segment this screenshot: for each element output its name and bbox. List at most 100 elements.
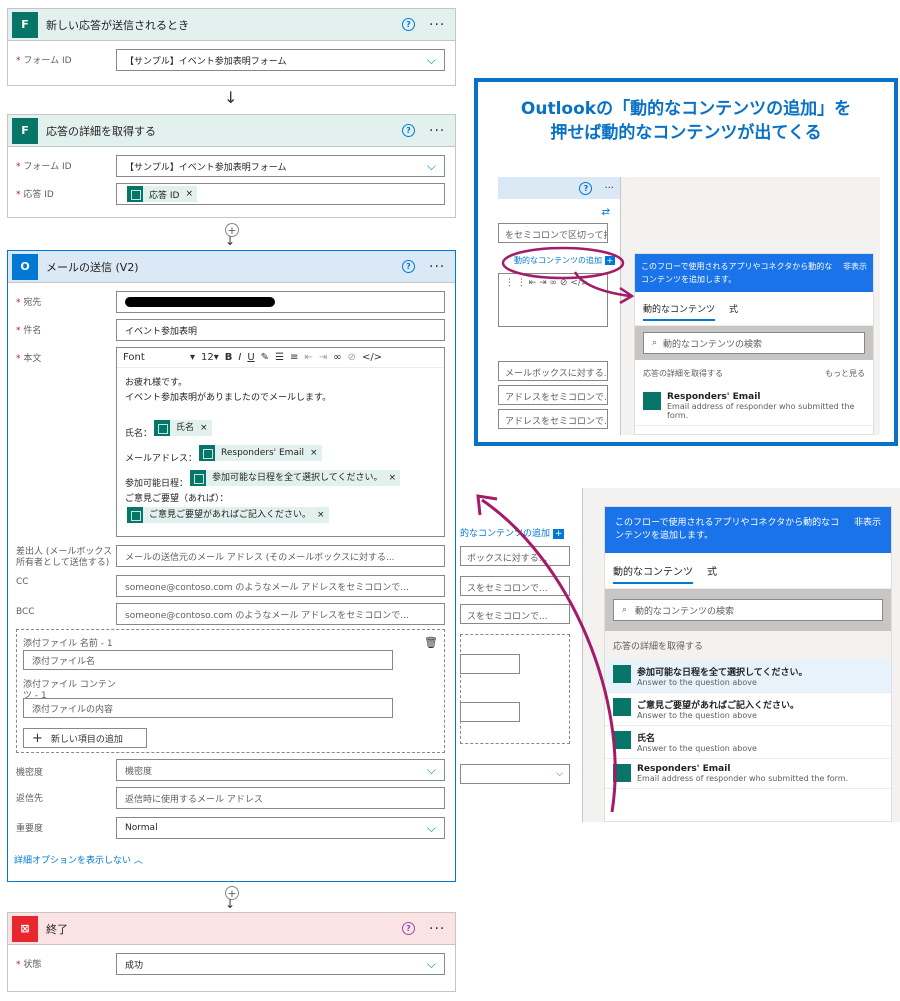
body-line: イベント参加表明がありましたのでメールします。 [125, 393, 332, 403]
help-icon[interactable]: ? [579, 181, 593, 195]
dynamic-search-input[interactable]: ⌕ 動的なコンテンツの検索 [643, 332, 865, 354]
dynamic-section-title: 応答の詳細を取得する もっと見る [643, 368, 865, 379]
response-id-label: * 応答 ID [16, 190, 54, 200]
response-id-field[interactable]: 応答 ID × [116, 183, 445, 205]
see-more-link[interactable]: もっと見る [825, 368, 865, 379]
more-options-icon[interactable]: ··· [429, 123, 447, 139]
tab-dynamic-content[interactable]: 動的なコンテンツ [613, 563, 693, 584]
chevron-down-icon: ⌵ [426, 158, 436, 173]
reply-to-field[interactable]: 返信時に使用するメール アドレス [116, 787, 445, 809]
add-dynamic-content-link[interactable]: 的なコンテンツの追加 + [460, 526, 565, 539]
remove-token-icon[interactable]: × [310, 446, 318, 461]
status-dropdown[interactable]: 成功 ⌵ [116, 953, 445, 975]
dynamic-item[interactable]: Responders' Email Email address of respon… [605, 759, 891, 789]
more-options-icon[interactable]: ··· [429, 17, 447, 33]
remove-token-icon[interactable]: × [200, 421, 208, 436]
remove-token-icon[interactable]: × [317, 508, 325, 523]
subject-field[interactable]: イベント参加表明 [116, 319, 445, 341]
ghost-attachments [460, 634, 570, 744]
body-content[interactable]: お疲れ様です。 イベント参加表明がありましたのでメールします。 氏名： 氏名 × メ… [117, 368, 444, 537]
attach-content-field[interactable]: 添付ファイルの内容 [23, 698, 393, 718]
font-select[interactable]: Font ▾ [123, 352, 195, 363]
bullet-list-icon[interactable]: ☰ [275, 352, 284, 363]
dynamic-tabs: 動的なコンテンツ式 [635, 292, 873, 326]
tab-expression[interactable]: 式 [729, 302, 738, 321]
more-options-icon[interactable]: ··· [429, 921, 447, 937]
mail-token[interactable]: Responders' Email × [199, 445, 322, 461]
editor-toolbar: Font ▾ 12▾ B I U ✎ ☰ ≡ ⇤ ⇥ ∞ ⊘ </> [117, 348, 444, 368]
add-item-button[interactable]: + 新しい項目の追加 [23, 728, 147, 748]
code-view-icon[interactable]: </> [362, 352, 382, 363]
chevron-down-icon: ⌵ [426, 956, 436, 971]
from-field[interactable]: メールの送信元のメール アドレス (そのメールボックスに対する... [116, 545, 445, 567]
importance-label: 重要度 [16, 824, 44, 834]
italic-icon[interactable]: I [238, 352, 241, 363]
tab-dynamic-content[interactable]: 動的なコンテンツ [643, 302, 716, 321]
help-icon[interactable]: ? [402, 260, 415, 273]
send-mail-header[interactable]: O メールの送信 (V2) ? ··· [8, 251, 455, 283]
ghost-field: ⋮ ⋮ ⇤ ⇥ ∞ ⊘ </> [498, 273, 608, 327]
underline-icon[interactable]: U [247, 352, 254, 363]
help-icon[interactable]: ? [402, 922, 415, 935]
dynamic-item[interactable]: 氏名 Answer to the question above [605, 726, 891, 759]
hide-button[interactable]: 非表示 [833, 260, 867, 286]
trigger-header[interactable]: F 新しい応答が送信されるとき ? ··· [8, 9, 455, 41]
dynamic-panel-header: このフローで使用されるアプリやコネクタから動的なコンテンツを追加します。 非表示 [635, 254, 873, 292]
outdent-icon[interactable]: ⇤ [304, 352, 312, 363]
help-icon[interactable]: ? [402, 18, 415, 31]
attachments-group: 添付ファイル 名前 - 1 🗑 添付ファイル名 添付ファイル コンテンツ - 1… [16, 629, 445, 753]
dynamic-item[interactable]: Responders' Email Email address of respon… [635, 387, 873, 426]
tab-expression[interactable]: 式 [707, 563, 717, 584]
callout-box: Outlookの「動的なコンテンツの追加」を 押せば動的なコンテンツが出てくる … [474, 78, 898, 446]
forms-token-icon [127, 507, 143, 523]
importance-dropdown[interactable]: Normal ⌵ [116, 817, 445, 839]
remove-token-icon[interactable]: × [185, 189, 193, 199]
numbered-list-icon[interactable]: ≡ [290, 352, 298, 363]
forms-token-icon [127, 186, 143, 202]
body-label: * 本文 [16, 354, 42, 364]
indent-icon[interactable]: ⇥ [319, 352, 327, 363]
cc-label: CC [16, 577, 29, 587]
hide-advanced-link[interactable]: 詳細オプションを表示しない ︿ [14, 853, 143, 866]
dynamic-item[interactable]: 参加可能な日程を全て選択してください。 Answer to the questio… [605, 660, 891, 693]
forms-token-icon [190, 470, 207, 486]
token-label: 参加可能な日程を全て選択してください。 [212, 472, 383, 483]
ghost-field: ボックスに対する... [460, 546, 570, 566]
font-size-select[interactable]: 12▾ [201, 352, 219, 363]
help-icon[interactable]: ? [402, 124, 415, 137]
form-id-dropdown[interactable]: 【サンプル】イベント参加表明フォーム ⌵ [116, 155, 445, 177]
name-token[interactable]: 氏名 × [154, 420, 212, 436]
swap-icon[interactable]: ⇄ [602, 207, 610, 218]
cc-field[interactable]: someone@contoso.com のようなメール アドレスをセミコロンで.… [116, 575, 445, 597]
get-details-title: 応答の詳細を取得する [46, 124, 156, 138]
terminate-header[interactable]: ⊠ 終了 ? ··· [8, 913, 455, 945]
bcc-label: BCC [16, 607, 35, 617]
hide-button[interactable]: 非表示 [844, 517, 881, 543]
highlight-icon[interactable]: ✎ [261, 352, 269, 363]
chevron-down-icon: ⌵ [426, 52, 436, 67]
delete-item-icon[interactable]: 🗑 [424, 636, 438, 649]
to-field[interactable] [116, 291, 445, 313]
ghost-field: アドレスをセミコロンで... [498, 409, 608, 429]
attach-name-field[interactable]: 添付ファイル名 [23, 650, 393, 670]
dynamic-search-input[interactable]: ⌕ 動的なコンテンツの検索 [613, 599, 883, 621]
add-dynamic-content-link[interactable]: 動的なコンテンツの追加 + [514, 255, 616, 266]
sensitivity-dropdown[interactable]: 機密度 ⌵ [116, 759, 445, 781]
bold-icon[interactable]: B [225, 352, 233, 363]
remove-token-icon[interactable]: × [388, 471, 396, 486]
bcc-field[interactable]: someone@contoso.com のようなメール アドレスをセミコロンで.… [116, 603, 445, 625]
response-id-token[interactable]: 応答 ID × [127, 186, 197, 202]
request-token[interactable]: ご意見ご要望があればご記入ください。 × [127, 507, 329, 523]
get-details-header[interactable]: F 応答の詳細を取得する ? ··· [8, 115, 455, 147]
ghost-field [460, 702, 520, 722]
form-id-dropdown[interactable]: 【サンプル】イベント参加表明フォーム ⌵ [116, 49, 445, 71]
dynamic-content-panel: このフローで使用されるアプリやコネクタから動的なコンテンツを追加します。 非表示 … [604, 506, 892, 822]
more-options-icon[interactable]: ··· [429, 259, 447, 275]
dynamic-item[interactable]: ご意見ご要望があればご記入ください。 Answer to the question… [605, 693, 891, 726]
date-token[interactable]: 参加可能な日程を全て選択してください。 × [190, 470, 401, 486]
get-details-card: F 応答の詳細を取得する ? ··· * フォーム ID 【サンプル】イベント参… [7, 114, 456, 218]
more-options-icon[interactable]: ··· [604, 183, 614, 194]
body-editor[interactable]: Font ▾ 12▾ B I U ✎ ☰ ≡ ⇤ ⇥ ∞ ⊘ </> お疲れ様で… [116, 347, 445, 537]
link-icon[interactable]: ∞ [333, 352, 341, 363]
unlink-icon[interactable]: ⊘ [348, 352, 356, 363]
